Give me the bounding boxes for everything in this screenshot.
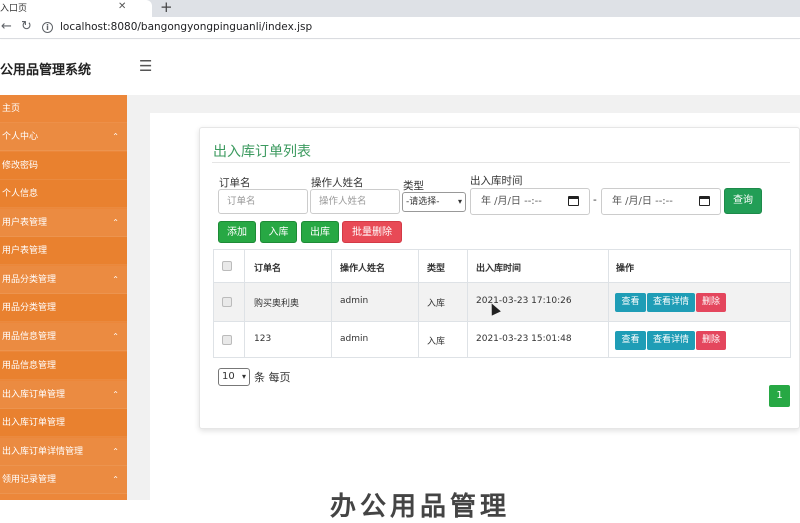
- type-label: 类型: [403, 180, 424, 192]
- delete-button[interactable]: 删除: [696, 331, 726, 350]
- sidebar-item-change-password[interactable]: 修改密码: [0, 152, 127, 180]
- cell-type: 入库: [427, 337, 446, 347]
- sidebar-item-supplies[interactable]: 用品信息管理: [0, 352, 127, 380]
- cell-order: 购买奥利奥: [254, 299, 300, 309]
- chevron-icon: ⌃: [112, 475, 119, 484]
- pagination-page-1[interactable]: 1: [769, 385, 790, 407]
- sidebar-item-users[interactable]: 用户表管理: [0, 237, 127, 265]
- view-detail-button[interactable]: 查看详情: [647, 331, 695, 350]
- cell-operator: admin: [340, 334, 369, 344]
- sidebar-group-supplies[interactable]: 用品信息管理 ⌃: [0, 323, 127, 351]
- page-size-select[interactable]: 10 ▾: [218, 368, 250, 386]
- app-header: 公用品管理系统 ☰: [0, 40, 800, 95]
- view-button[interactable]: 查看: [615, 331, 646, 350]
- calendar-icon[interactable]: [568, 196, 579, 206]
- row-checkbox[interactable]: [222, 335, 232, 345]
- operator-name-input[interactable]: 操作人姓名: [310, 189, 400, 214]
- sidebar-group-order-details[interactable]: 出入库订单详情管理 ⌃: [0, 438, 127, 466]
- stock-in-button[interactable]: 入库: [260, 221, 297, 243]
- column-header-actions: 操作: [616, 264, 635, 274]
- date-separator: -: [593, 194, 597, 206]
- browser-tab[interactable]: 入口页 ✕: [0, 0, 152, 17]
- stock-out-button[interactable]: 出库: [301, 221, 339, 243]
- address-bar: ← ↻ i localhost:8080/bangongyongpinguanl…: [0, 17, 800, 39]
- page-title: 出入库订单列表: [213, 144, 311, 160]
- add-button[interactable]: 添加: [218, 221, 256, 243]
- sidebar-group-categories[interactable]: 用品分类管理 ⌃: [0, 266, 127, 294]
- back-arrow-icon[interactable]: ←: [1, 19, 12, 34]
- date-to-input[interactable]: 年 /月/日 --:--: [601, 188, 721, 215]
- page-size-label: 条 每页: [254, 371, 291, 384]
- type-select[interactable]: -请选择- ▾: [402, 192, 466, 212]
- time-label: 出入库时间: [470, 175, 523, 187]
- select-all-checkbox[interactable]: [222, 261, 232, 271]
- footer-banner-text: 办公用品管理: [330, 492, 511, 522]
- sidebar-item-home[interactable]: 主页: [0, 95, 127, 123]
- order-name-label: 订单名: [219, 177, 251, 189]
- sidebar-group-usage-records[interactable]: 领用记录管理 ⌃: [0, 466, 127, 494]
- cell-time: 2021-03-23 15:01:48: [476, 334, 572, 344]
- sidebar-group-users[interactable]: 用户表管理 ⌃: [0, 209, 127, 237]
- operator-name-label: 操作人姓名: [311, 177, 364, 189]
- new-tab-icon[interactable]: +: [160, 0, 173, 16]
- chevron-icon: ⌃: [112, 275, 119, 284]
- row-checkbox[interactable]: [222, 297, 232, 307]
- sidebar-item-profile[interactable]: 个人信息: [0, 180, 127, 208]
- chevron-down-icon: ▾: [457, 197, 462, 206]
- view-button[interactable]: 查看: [615, 293, 646, 312]
- cell-order: 123: [254, 334, 272, 344]
- view-detail-button[interactable]: 查看详情: [647, 293, 695, 312]
- cell-operator: admin: [340, 296, 369, 306]
- browser-tab-bar: 入口页 ✕ +: [0, 0, 800, 17]
- sidebar-group-orders[interactable]: 出入库订单管理 ⌃: [0, 381, 127, 409]
- chevron-icon: ⌃: [112, 332, 119, 341]
- info-icon[interactable]: i: [42, 22, 53, 33]
- hamburger-menu-icon[interactable]: ☰: [139, 57, 152, 75]
- reload-icon[interactable]: ↻: [21, 19, 32, 34]
- search-button[interactable]: 查询: [724, 188, 762, 214]
- chevron-icon: ⌃: [112, 390, 119, 399]
- column-header-type: 类型: [427, 264, 446, 274]
- chevron-icon: ⌃: [112, 218, 119, 227]
- column-header-order: 订单名: [254, 264, 282, 274]
- sidebar-group-personal[interactable]: 个人中心 ⌃: [0, 123, 127, 151]
- date-from-input[interactable]: 年 /月/日 --:--: [470, 188, 590, 215]
- tab-title: 入口页: [0, 4, 28, 14]
- column-header-operator: 操作人姓名: [340, 264, 386, 274]
- order-name-input[interactable]: 订单名: [218, 189, 308, 214]
- calendar-icon[interactable]: [699, 196, 710, 206]
- orders-table: 订单名 操作人姓名 类型 出入库时间 操作 购买奥利奥 admin 入库 202…: [213, 249, 791, 358]
- order-list-card: 出入库订单列表 订单名 订单名 操作人姓名 操作人姓名 类型 -请选择- ▾ 出入…: [199, 127, 800, 429]
- tab-close-icon[interactable]: ✕: [118, 1, 126, 12]
- sidebar-item-categories[interactable]: 用品分类管理: [0, 294, 127, 322]
- chevron-down-icon: ▾: [241, 372, 246, 381]
- cell-type: 入库: [427, 299, 446, 309]
- batch-delete-button[interactable]: 批量删除: [342, 221, 402, 243]
- sidebar: 主页 个人中心 ⌃ 修改密码 个人信息 用户表管理 ⌃ 用户表管理 用品分类管理 ⌃ …: [0, 95, 127, 500]
- url-text[interactable]: localhost:8080/bangongyongpinguanli/inde…: [60, 21, 312, 33]
- chevron-icon: ⌃: [112, 447, 119, 456]
- column-header-time: 出入库时间: [476, 264, 522, 274]
- app-brand-title: 公用品管理系统: [0, 63, 92, 78]
- chevron-icon: ⌃: [112, 132, 119, 141]
- delete-button[interactable]: 删除: [696, 293, 726, 312]
- title-divider: [212, 162, 790, 163]
- sidebar-item-orders[interactable]: 出入库订单管理: [0, 409, 127, 437]
